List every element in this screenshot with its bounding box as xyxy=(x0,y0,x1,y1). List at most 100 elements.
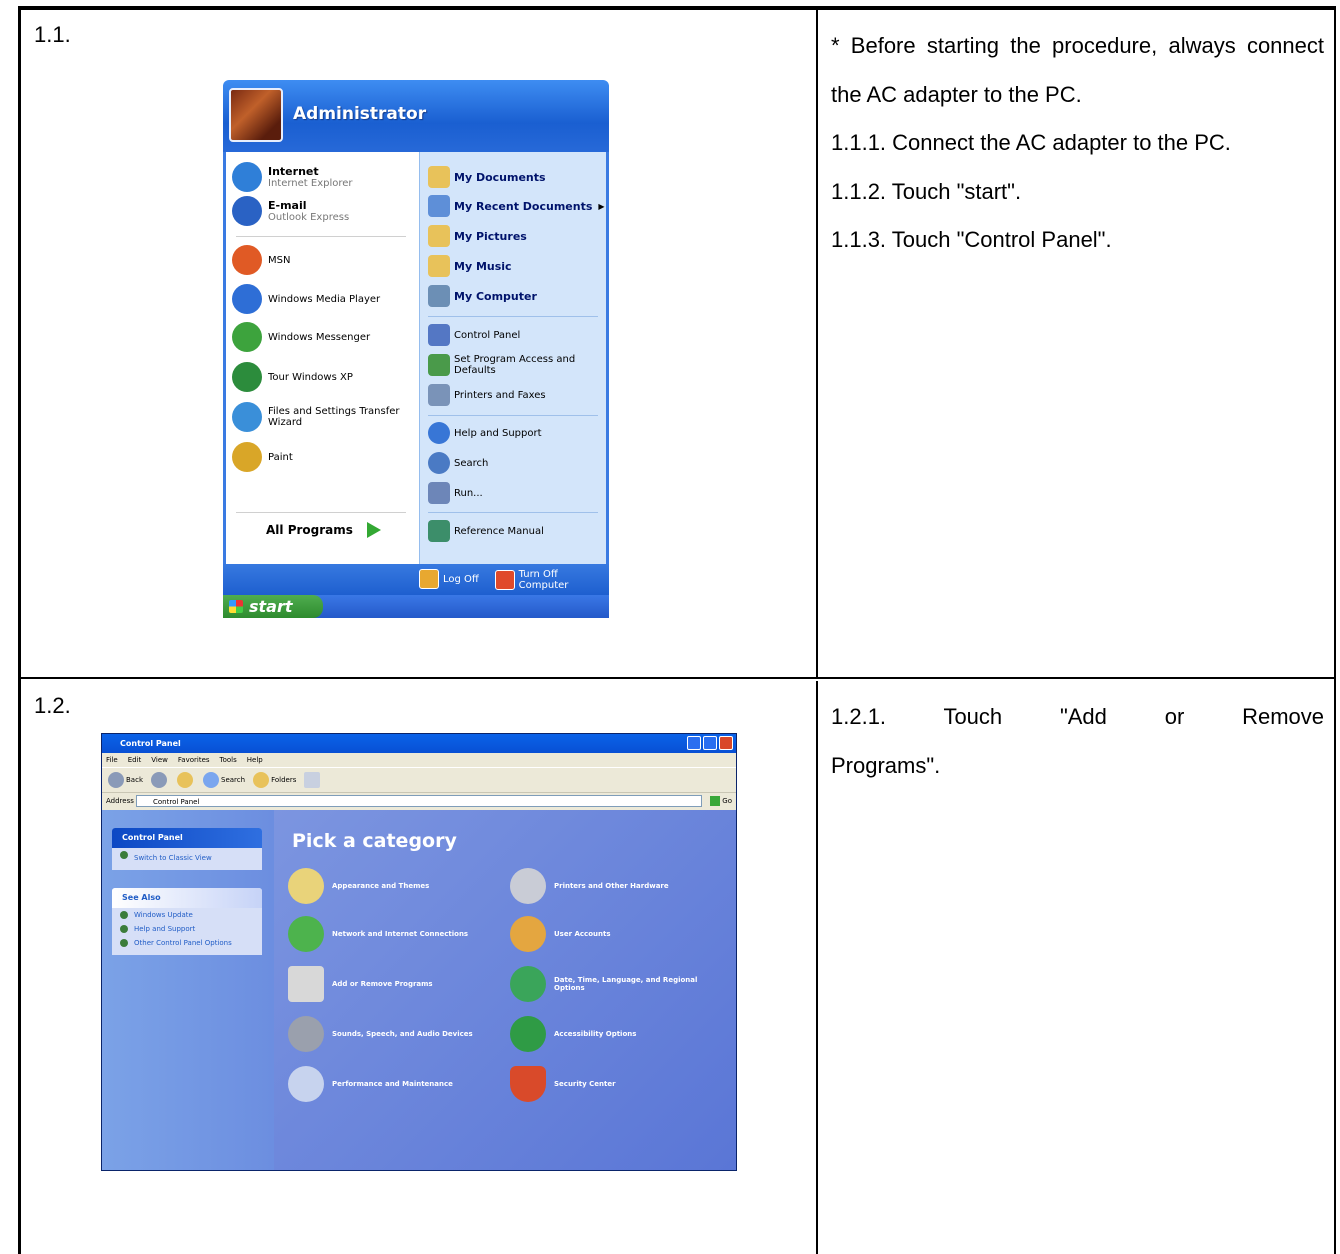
category-performance[interactable]: Performance and Maintenance xyxy=(288,1066,508,1102)
user-avatar[interactable] xyxy=(229,88,283,142)
menu-item-msn[interactable]: MSN xyxy=(232,245,290,275)
start-label: start xyxy=(249,597,293,616)
category-add-remove-programs[interactable]: Add or Remove Programs xyxy=(288,966,508,1002)
menu-item-media-player[interactable]: Windows Media Player xyxy=(232,284,380,314)
menu-item-recent-documents[interactable]: My Recent Documents ▶ xyxy=(428,195,605,217)
menu-item-my-music[interactable]: My Music xyxy=(428,255,512,277)
menu-item-my-pictures[interactable]: My Pictures xyxy=(428,225,527,247)
menu-favorites[interactable]: Favorites xyxy=(178,753,210,767)
menu-item-internet[interactable]: Internet Internet Explorer xyxy=(232,162,353,192)
task-pane: Control Panel Switch to Classic View See… xyxy=(102,810,274,1170)
menu-item-my-documents[interactable]: My Documents xyxy=(428,166,546,188)
menu-item-label: My Recent Documents xyxy=(454,199,593,213)
menu-item-label: Windows Messenger xyxy=(268,331,371,343)
menu-item-label: Search xyxy=(454,457,489,469)
performance-icon xyxy=(288,1066,324,1102)
category-network[interactable]: Network and Internet Connections xyxy=(288,916,508,952)
go-button[interactable]: Go xyxy=(710,793,732,810)
category-label: Performance and Maintenance xyxy=(332,1080,453,1088)
menu-item-messenger[interactable]: Windows Messenger xyxy=(232,322,370,352)
search-icon xyxy=(203,772,219,788)
run-icon xyxy=(428,482,450,504)
menu-item-label: Files and Settings Transfer Wizard xyxy=(268,406,400,428)
maximize-icon[interactable] xyxy=(703,736,717,750)
appearance-themes-icon xyxy=(288,868,324,904)
window-controls xyxy=(687,736,733,750)
minimize-icon[interactable] xyxy=(687,736,701,750)
log-off-button[interactable]: Log Off xyxy=(419,569,479,589)
menu-item-reference-manual[interactable]: Reference Manual xyxy=(428,520,544,542)
instruction-table: 1.1. Administrator Internet Internet Expl… xyxy=(18,6,1336,1254)
menu-help[interactable]: Help xyxy=(247,753,263,767)
window-title: Control Panel xyxy=(102,734,736,753)
warning-note: * Before starting the procedure, always … xyxy=(831,33,1324,107)
accessibility-icon xyxy=(510,1016,546,1052)
category-label: Appearance and Themes xyxy=(332,882,430,890)
back-button[interactable]: Back xyxy=(108,772,143,788)
menu-item-my-computer[interactable]: My Computer xyxy=(428,285,537,307)
menu-item-search[interactable]: Search xyxy=(428,452,488,474)
separator xyxy=(236,236,406,237)
menu-item-label: Printers and Faxes xyxy=(454,389,546,401)
menu-item-help[interactable]: Help and Support xyxy=(428,422,542,444)
menu-item-tour[interactable]: Tour Windows XP xyxy=(232,362,353,392)
column-divider xyxy=(816,681,818,1254)
see-also-title: See Also xyxy=(112,888,262,908)
search-button[interactable]: Search xyxy=(203,772,245,788)
date-time-globe-icon xyxy=(510,966,546,1002)
speaker-icon xyxy=(288,1016,324,1052)
category-sounds[interactable]: Sounds, Speech, and Audio Devices xyxy=(288,1016,508,1052)
category-user-accounts[interactable]: User Accounts xyxy=(510,916,730,952)
page-title: Pick a category xyxy=(292,830,457,852)
menu-item-label: Tour Windows XP xyxy=(268,371,353,383)
turn-off-button[interactable]: Turn Off Computer xyxy=(495,569,609,591)
category-label: Accessibility Options xyxy=(554,1030,637,1038)
submenu-arrow-icon: ▶ xyxy=(598,201,605,211)
menu-item-email[interactable]: E-mail Outlook Express xyxy=(232,196,349,226)
start-button[interactable]: start xyxy=(223,595,323,618)
menu-item-paint[interactable]: Paint xyxy=(232,442,293,472)
menu-file[interactable]: File xyxy=(106,753,118,767)
category-security-center[interactable]: Security Center xyxy=(510,1066,730,1102)
all-programs-button[interactable]: All Programs xyxy=(266,522,381,538)
menu-tools[interactable]: Tools xyxy=(220,753,237,767)
address-input[interactable]: Control Panel xyxy=(136,795,702,807)
user-name: Administrator xyxy=(293,104,427,124)
folders-icon xyxy=(253,772,270,788)
address-label: Address xyxy=(106,797,134,805)
category-label: Printers and Other Hardware xyxy=(554,882,669,890)
views-icon[interactable] xyxy=(304,772,321,788)
category-label: User Accounts xyxy=(554,930,611,938)
help-support-link[interactable]: Help and Support xyxy=(112,922,262,936)
control-panel-screenshot: Control Panel File Edit View Favorites T… xyxy=(101,733,737,1171)
menu-view[interactable]: View xyxy=(151,753,168,767)
other-options-link[interactable]: Other Control Panel Options xyxy=(112,936,262,955)
menu-item-control-panel[interactable]: Control Panel xyxy=(428,324,520,346)
up-folder-icon[interactable] xyxy=(177,772,193,788)
category-appearance[interactable]: Appearance and Themes xyxy=(288,868,508,904)
address-value: Control Panel xyxy=(153,798,200,806)
menu-item-program-access[interactable]: Set Program Access and Defaults xyxy=(428,354,598,376)
start-menu-footer: Log Off Turn Off Computer xyxy=(223,564,609,595)
category-printers[interactable]: Printers and Other Hardware xyxy=(510,868,730,904)
windows-update-link[interactable]: Windows Update xyxy=(112,908,262,922)
msn-butterfly-icon xyxy=(232,245,262,275)
menu-item-printers[interactable]: Printers and Faxes xyxy=(428,384,546,406)
menu-item-transfer-wizard[interactable]: Files and Settings Transfer Wizard xyxy=(232,402,412,432)
menu-item-title: Internet xyxy=(268,165,319,178)
close-icon[interactable] xyxy=(719,736,733,750)
computer-icon xyxy=(428,285,450,307)
separator xyxy=(236,512,406,513)
pictures-folder-icon xyxy=(428,225,450,247)
printer-icon xyxy=(428,384,450,406)
back-arrow-icon xyxy=(108,772,124,788)
switch-classic-view-link[interactable]: Switch to Classic View xyxy=(112,848,262,870)
menu-edit[interactable]: Edit xyxy=(128,753,142,767)
category-date-time[interactable]: Date, Time, Language, and Regional Optio… xyxy=(510,966,730,1002)
category-accessibility[interactable]: Accessibility Options xyxy=(510,1016,730,1052)
transfer-wizard-icon xyxy=(232,402,262,432)
forward-arrow-icon[interactable] xyxy=(151,772,167,788)
menu-item-run[interactable]: Run... xyxy=(428,482,483,504)
recent-documents-icon xyxy=(428,195,450,217)
folders-button[interactable]: Folders xyxy=(253,772,296,788)
